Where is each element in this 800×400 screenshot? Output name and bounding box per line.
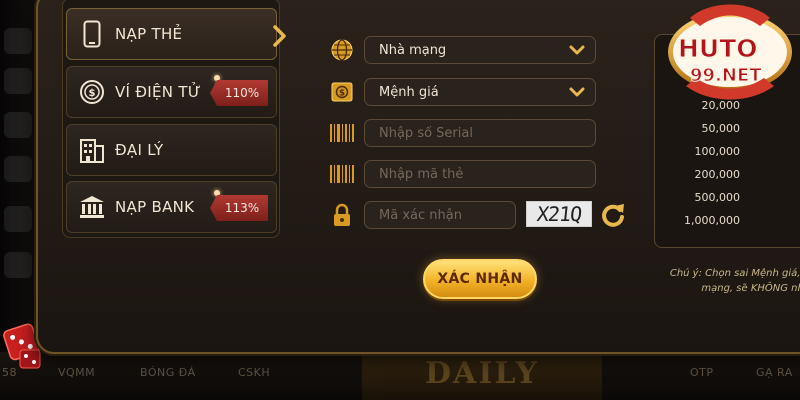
logo-text: HUTO [678,34,759,64]
denomination-select[interactable]: Mệnh giá [364,78,596,106]
menu-item-vi-dien-tu[interactable]: $ VÍ ĐIỆN TỬ 110% [66,66,277,118]
chevron-down-icon [569,87,585,97]
background-icon [4,28,32,54]
barcode-icon [328,160,356,188]
card-code-row [328,160,598,188]
network-row: Nhà mạng [328,36,598,64]
globe-icon [328,36,356,64]
denomination-value: 100,000 [694,145,741,158]
warning-note-line2: mạng, sẽ KHÔNG nhậ [701,283,800,294]
lock-icon [328,201,356,229]
denomination-select-value: Mệnh giá [379,84,439,100]
denomination-value: 500,000 [694,191,741,204]
captcha-text: X21Q [535,202,583,226]
submit-button[interactable]: XÁC NHẬN [423,259,537,299]
svg-text:$: $ [339,89,345,99]
background-nav-gara: GẠ RA [756,366,793,379]
captcha-input[interactable] [364,201,516,229]
denomination-value: 200,000 [694,168,741,181]
background-icon [4,252,32,278]
background-icon [4,112,32,138]
menu-item-label: NẠP THẺ [115,25,183,43]
background-brand: DAILY [362,350,602,400]
barcode-icon [328,119,356,147]
building-icon [79,136,105,164]
background-nav-vqmm: VQMM [58,366,96,379]
bonus-badge: 113% [210,195,268,221]
menu-item-dai-ly[interactable]: ĐẠI LÝ [66,124,277,176]
menu-item-nap-bank[interactable]: NẠP BANK 113% [66,181,277,233]
menu-item-label: ĐẠI LÝ [115,141,164,159]
background-icon [4,68,32,94]
money-icon: $ [328,78,356,106]
background-nav-otp: OTP [690,366,714,379]
chevron-down-icon [569,45,585,55]
background-nav-bongda: BÓNG ĐÁ [140,366,196,379]
chevron-right-icon [273,25,286,47]
menu-item-label: VÍ ĐIỆN TỬ [115,83,201,101]
coin-icon: $ [79,78,105,106]
refresh-icon[interactable] [598,200,628,230]
denomination-row: $ Mệnh giá [328,78,598,106]
card-code-input[interactable] [364,160,596,188]
serial-row [328,119,598,147]
menu-item-label: NẠP BANK [115,198,195,216]
background-brand-text: DAILY [425,356,539,391]
phone-icon [79,20,105,48]
background-nav-cskh: CSKH [238,366,271,379]
background-icon [4,156,32,182]
svg-text:$: $ [89,88,96,99]
denomination-value: 50,000 [701,122,741,135]
bonus-badge: 110% [210,80,268,106]
bank-icon [79,193,105,221]
warning-note-line1: Chú ý: Chọn sai Mệnh giá, S [669,268,800,279]
serial-input[interactable] [364,119,596,147]
denomination-value: 1,000,000 [684,214,740,227]
menu-item-nap-the[interactable]: NẠP THẺ [66,8,277,60]
captcha-image: X21Q [526,201,592,227]
logo-subtext: 99.NET [690,65,763,87]
network-select-value: Nhà mạng [379,42,447,58]
network-select[interactable]: Nhà mạng [364,36,596,64]
background-icon [4,206,32,232]
